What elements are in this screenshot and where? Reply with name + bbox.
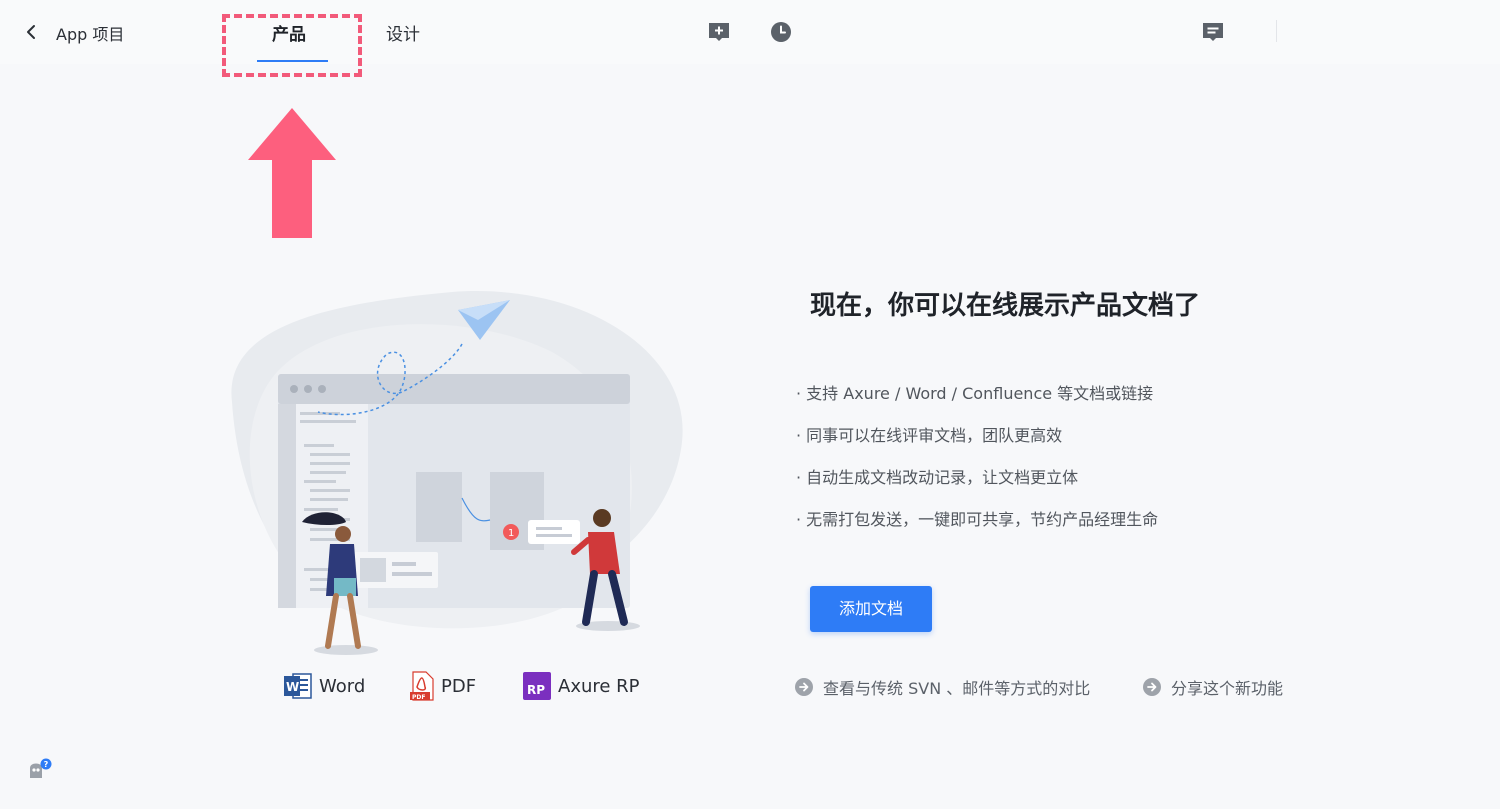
svg-text:W: W [286,680,299,694]
share-link[interactable]: 分享这个新功能 [1143,676,1283,698]
pdf-icon: PDF [410,671,434,701]
history-icon[interactable] [769,20,793,44]
feature-item: · 同事可以在线评审文档，团队更高效 [796,426,1063,445]
up-arrow-annotation [248,108,336,238]
format-word: W Word [283,670,365,702]
message-icon[interactable] [1201,20,1225,44]
tab-design[interactable]: 设计 [386,20,420,45]
feature-item: · 支持 Axure / Word / Confluence 等文档或链接 [796,384,1154,403]
svg-text:?: ? [44,760,49,769]
header-divider [1276,20,1277,42]
svg-text:1: 1 [508,528,514,539]
format-axure-label: Axure RP [558,675,640,697]
project-title: App 项目 [56,25,125,44]
compare-link-label: 查看与传统 SVN 、邮件等方式的对比 [823,679,1091,698]
svg-text:PDF: PDF [412,694,425,701]
arrow-circle-icon [1143,678,1161,696]
svg-text:RP: RP [527,683,545,697]
highlight-dashed-box [222,14,362,77]
compare-link[interactable]: 查看与传统 SVN 、邮件等方式的对比 [795,676,1090,698]
back-chevron-icon[interactable] [22,20,42,44]
format-pdf: PDF PDF [409,670,476,702]
word-icon: W [284,673,312,699]
headline: 现在，你可以在线展示产品文档了 [810,291,1201,321]
add-comment-icon[interactable] [707,20,731,44]
axure-icon: RP [523,672,551,700]
help-bot-icon[interactable]: ? [27,758,53,782]
share-link-label: 分享这个新功能 [1171,679,1284,698]
feature-item: · 自动生成文档改动记录，让文档更立体 [796,468,1079,487]
format-pdf-label: PDF [441,675,477,697]
add-document-button[interactable]: 添加文档 [810,586,932,632]
arrow-circle-icon [795,678,813,696]
format-axure: RP Axure RP [522,670,640,702]
format-word-label: Word [319,675,366,697]
documents-illustration: 1 [231,291,683,655]
feature-item: · 无需打包发送，一键即可共享，节约产品经理生命 [796,510,1159,529]
